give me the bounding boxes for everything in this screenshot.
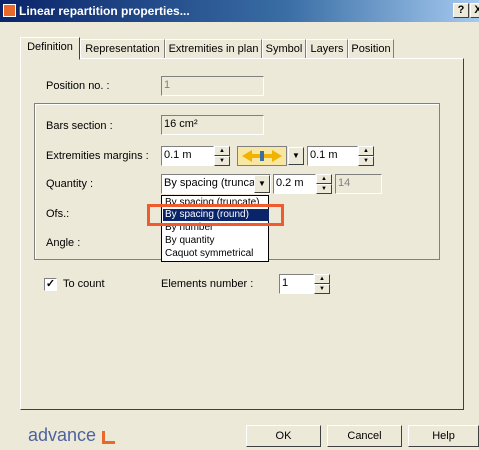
bars-section-field: 16 cm² <box>161 115 264 135</box>
spin-down-icon[interactable]: ▼ <box>358 156 374 166</box>
ofs-label: Ofs.: <box>46 208 70 220</box>
margin-left-spinner[interactable]: ▲ ▼ <box>214 146 230 166</box>
spin-down-icon[interactable]: ▼ <box>314 284 330 294</box>
to-count-checkbox[interactable]: ✓ <box>44 278 57 291</box>
tab-extremities-in-plan[interactable]: Extremities in plan <box>165 39 262 59</box>
spin-down-icon[interactable]: ▼ <box>316 184 332 194</box>
help-titlebar-button[interactable]: ? <box>453 3 469 18</box>
margin-left-input[interactable]: 0.1 m <box>161 146 214 166</box>
tab-definition[interactable]: Definition <box>20 37 80 60</box>
highlight-box <box>147 204 284 226</box>
elements-number-spinner[interactable]: ▲ ▼ <box>314 274 330 294</box>
spin-up-icon[interactable]: ▲ <box>214 146 230 156</box>
elements-number-input[interactable]: 1 <box>279 274 314 294</box>
ok-button[interactable]: OK <box>246 425 321 447</box>
tab-representation[interactable]: Representation <box>80 39 165 59</box>
margin-right-spinner[interactable]: ▲ ▼ <box>358 146 374 166</box>
angle-label: Angle : <box>46 237 81 249</box>
spacing-input[interactable]: 0.2 m <box>273 174 316 194</box>
to-count-label: To count <box>63 278 105 290</box>
count-field: 14 <box>335 174 382 194</box>
brand-logo-icon <box>102 431 115 444</box>
tab-layers[interactable]: Layers <box>306 39 348 59</box>
option-by-quantity[interactable]: By quantity <box>163 235 269 247</box>
position-field: 1 <box>161 76 264 96</box>
margin-right-input[interactable]: 0.1 m <box>307 146 358 166</box>
app-icon <box>3 4 16 17</box>
double-arrow-icon <box>242 150 282 162</box>
option-caquot-symmetrical[interactable]: Caquot symmetrical <box>163 248 269 260</box>
quantity-dropdown-icon[interactable]: ▼ <box>254 175 270 193</box>
elements-number-label: Elements number : <box>161 278 254 290</box>
position-label: Position no. : <box>46 80 110 92</box>
spin-up-icon[interactable]: ▲ <box>358 146 374 156</box>
spin-up-icon[interactable]: ▲ <box>314 274 330 284</box>
margin-mode-icon[interactable] <box>237 146 287 166</box>
cancel-button[interactable]: Cancel <box>327 425 402 447</box>
spacing-spinner[interactable]: ▲ ▼ <box>316 174 332 194</box>
tab-position[interactable]: Position <box>348 39 394 59</box>
window-title: Linear repartition properties... <box>19 4 190 18</box>
spin-down-icon[interactable]: ▼ <box>214 156 230 166</box>
bars-section-label: Bars section : <box>46 120 113 132</box>
close-titlebar-button[interactable]: X <box>470 3 479 18</box>
quantity-label: Quantity : <box>46 178 94 190</box>
margin-mode-dropdown-icon[interactable]: ▼ <box>288 147 304 165</box>
help-button[interactable]: Help <box>408 425 479 447</box>
quantity-selected-value: By spacing (truncate) <box>164 177 268 189</box>
title-bar: Linear repartition properties... ? X <box>0 0 479 22</box>
tab-symbol[interactable]: Symbol <box>262 39 306 59</box>
extremities-margins-label: Extremities margins : <box>46 150 149 162</box>
brand-text: advance <box>28 425 97 445</box>
spin-up-icon[interactable]: ▲ <box>316 174 332 184</box>
